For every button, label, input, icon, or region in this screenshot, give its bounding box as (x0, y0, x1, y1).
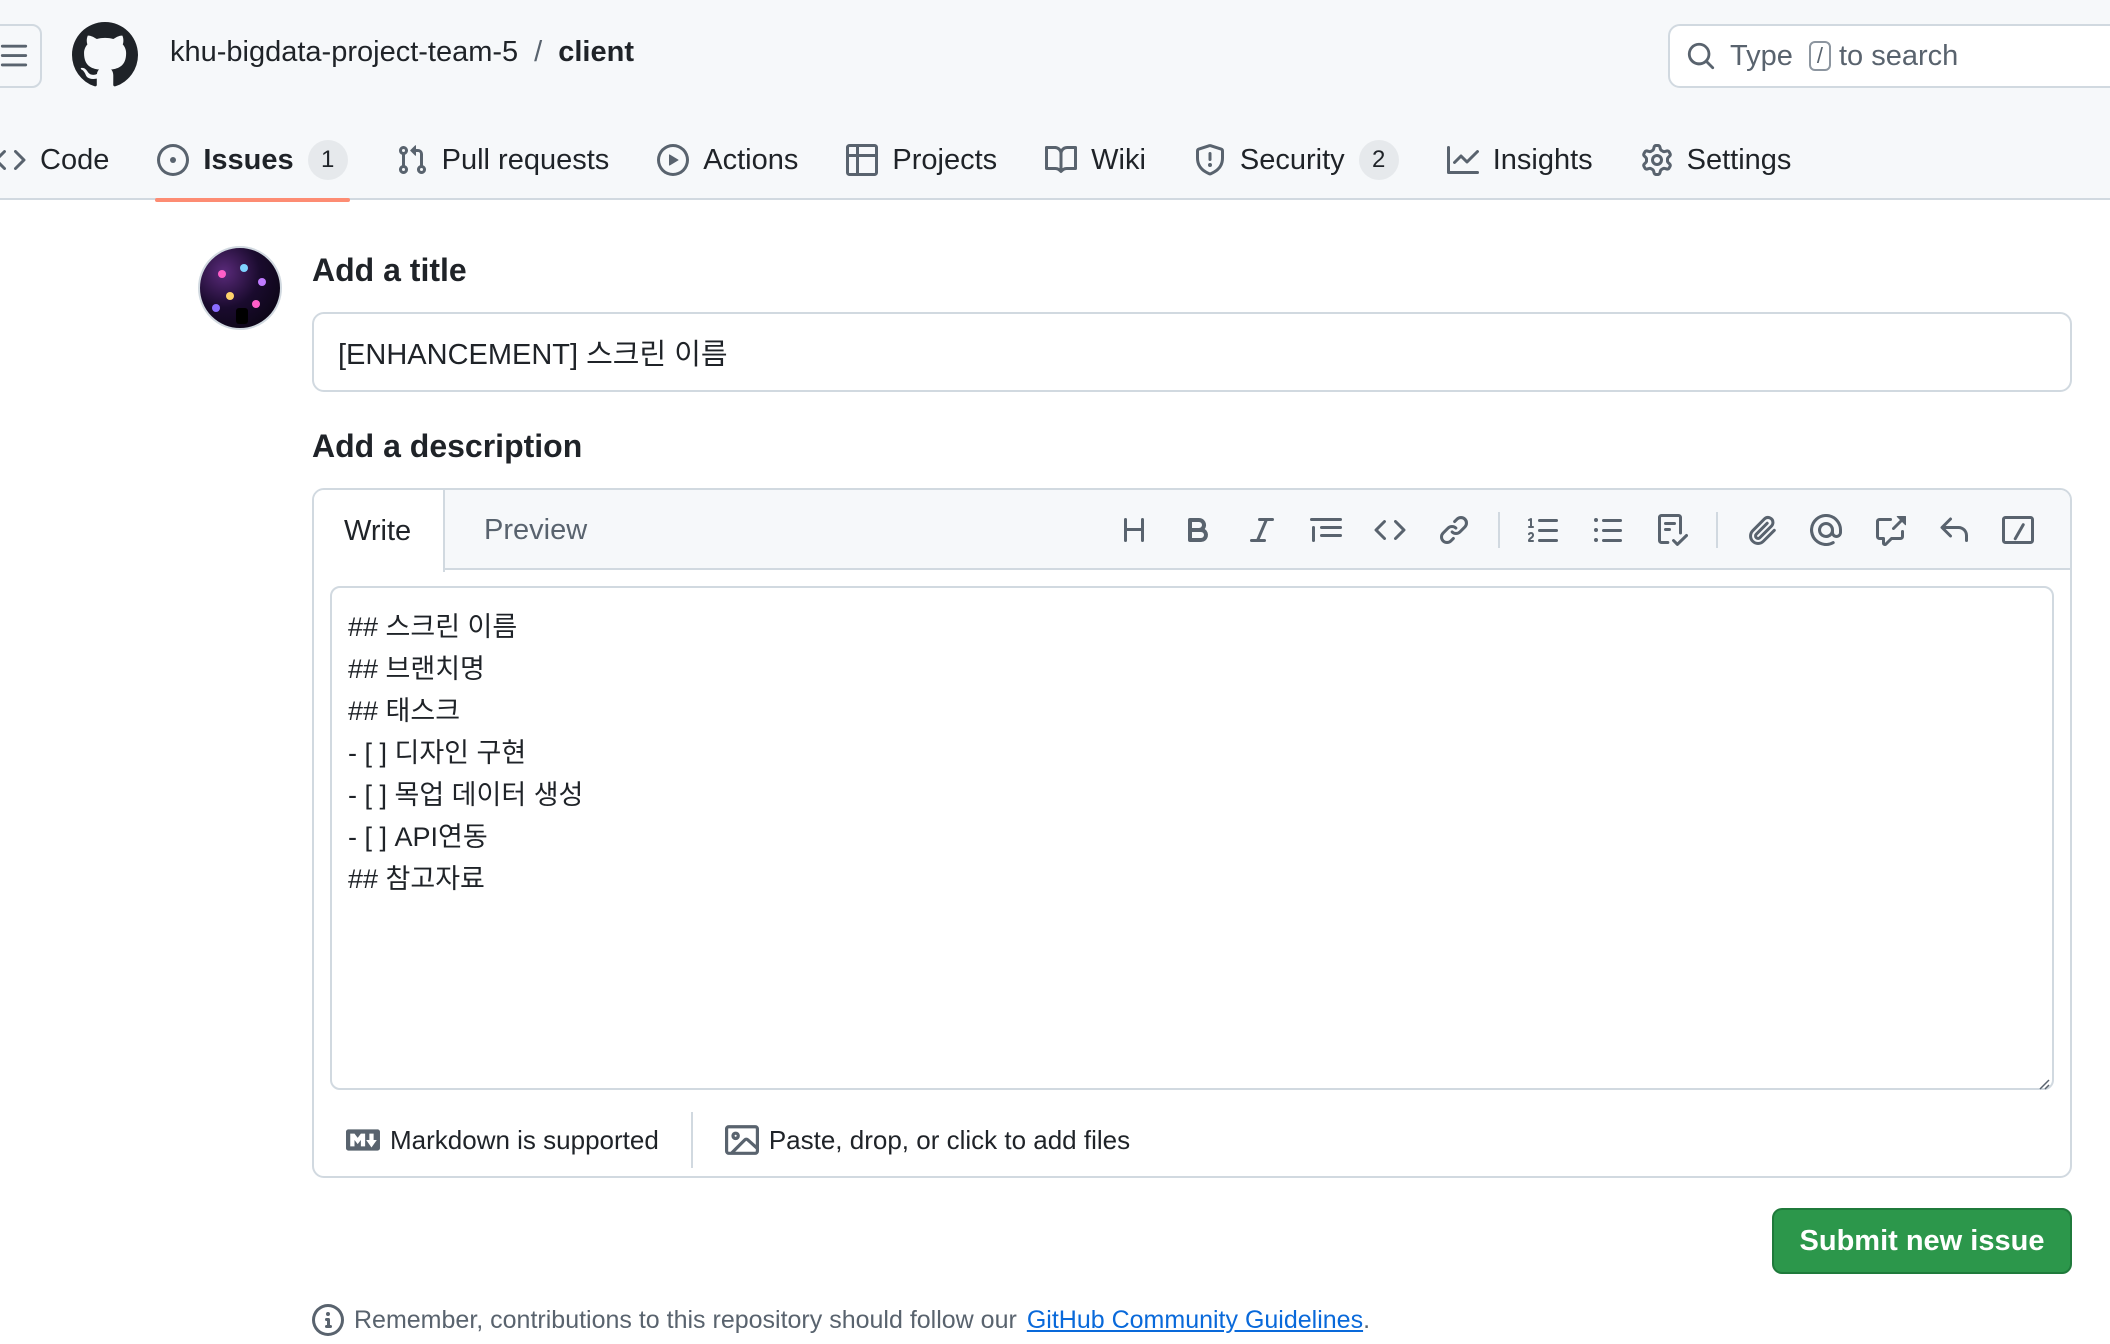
tab-insights[interactable]: Insights (1423, 120, 1617, 200)
slash-square-icon (2002, 516, 2034, 544)
italic-icon (1250, 518, 1274, 542)
tab-pull-requests[interactable]: Pull requests (372, 120, 634, 200)
task-list-button[interactable] (1640, 502, 1704, 558)
code-icon (1374, 519, 1406, 541)
heading-button[interactable] (1102, 502, 1166, 558)
graph-icon (1446, 146, 1479, 174)
github-logo-icon[interactable] (72, 22, 138, 88)
play-icon (657, 144, 690, 176)
remember-period: . (1363, 1305, 1371, 1334)
list-unordered-icon (1594, 518, 1622, 542)
list-ordered-icon (1528, 518, 1558, 542)
paperclip-icon (1749, 516, 1776, 545)
security-count-badge: 2 (1358, 140, 1399, 180)
attach-note: Paste, drop, or click to add files (768, 1124, 1131, 1155)
link-icon (1439, 515, 1469, 545)
search-prefix: Type (1730, 39, 1793, 72)
editor-toolbar-bar: Write Preview (314, 490, 2070, 572)
ordered-list-button[interactable] (1512, 502, 1576, 558)
repo-tabs: Code Issues 1 Pull requests Actions Proj… (0, 120, 1816, 202)
description-textarea[interactable]: ## 스크린 이름 ## 브랜치명 ## 태스크 - [ ] 디자인 구현 - … (330, 586, 2054, 1090)
breadcrumb-separator: / (534, 36, 543, 68)
shield-icon (1195, 144, 1224, 176)
tab-pull-requests-label: Pull requests (441, 143, 610, 176)
breadcrumb: khu-bigdata-project-team-5 / client (170, 36, 634, 69)
cross-reference-button[interactable] (1858, 502, 1922, 558)
toolbar-divider (1716, 512, 1718, 548)
tab-issues[interactable]: Issues 1 (133, 120, 371, 202)
issue-title-input[interactable] (312, 312, 2072, 392)
description-editor: Write Preview ## 스크린 이름 ## 브랜치명 ## 태스크 -… (312, 488, 2072, 1178)
saved-reply-button[interactable] (1922, 502, 1986, 558)
owner-link[interactable]: khu-bigdata-project-team-5 (170, 36, 518, 69)
bold-icon (1188, 518, 1209, 542)
tab-settings[interactable]: Settings (1617, 120, 1816, 200)
tab-security[interactable]: Security 2 (1170, 120, 1423, 200)
repo-link[interactable]: client (558, 36, 634, 69)
three-bars-icon (0, 44, 28, 67)
tab-write[interactable]: Write (314, 490, 446, 572)
tab-projects[interactable]: Projects (822, 120, 1021, 200)
title-heading: Add a title (312, 252, 467, 288)
git-pull-request-icon (398, 145, 426, 175)
tab-actions-label: Actions (703, 143, 799, 176)
community-guidelines-link[interactable]: GitHub Community Guidelines (1027, 1306, 1363, 1335)
search-icon (1687, 42, 1715, 70)
markdown-toolbar (1102, 490, 2050, 570)
tasklist-icon (1658, 514, 1688, 546)
gear-icon (1641, 144, 1672, 176)
code-icon (0, 149, 26, 171)
repo-header: khu-bigdata-project-team-5 / client Type… (0, 0, 2110, 202)
avatar (198, 246, 282, 330)
tab-code[interactable]: Code (0, 120, 133, 200)
markdown-supported-link[interactable]: Markdown is supported (314, 1112, 691, 1168)
tab-settings-label: Settings (1686, 143, 1792, 176)
issues-count-badge: 1 (307, 140, 348, 180)
tab-security-label: Security (1239, 143, 1345, 176)
tab-projects-label: Projects (892, 143, 998, 176)
issue-opened-icon (157, 144, 190, 176)
cross-reference-icon (1876, 516, 1906, 546)
attach-files-area[interactable]: Paste, drop, or click to add files (693, 1112, 1162, 1168)
code-button[interactable] (1358, 502, 1422, 558)
remember-text: Remember, contributions to this reposito… (354, 1305, 1017, 1334)
description-heading: Add a description (312, 428, 583, 464)
contribution-note: Remember, contributions to this reposito… (312, 1304, 1370, 1336)
table-icon (846, 144, 879, 176)
image-icon (724, 1125, 759, 1155)
toolbar-divider (1498, 512, 1500, 548)
book-icon (1045, 145, 1078, 173)
mention-icon (1810, 514, 1842, 546)
tab-actions[interactable]: Actions (633, 120, 822, 200)
unordered-list-button[interactable] (1576, 502, 1640, 558)
tab-wiki-label: Wiki (1091, 143, 1146, 176)
quote-button[interactable] (1294, 502, 1358, 558)
tab-insights-label: Insights (1492, 143, 1593, 176)
menu-button[interactable] (0, 24, 42, 88)
markdown-note: Markdown is supported (390, 1124, 659, 1155)
slash-commands-button[interactable] (1986, 502, 2050, 558)
markdown-icon (346, 1129, 380, 1151)
tab-issues-label: Issues (203, 143, 294, 176)
info-icon (312, 1304, 344, 1336)
tab-wiki[interactable]: Wiki (1021, 120, 1170, 200)
italic-button[interactable] (1230, 502, 1294, 558)
search-input[interactable]: Type / to search (1668, 24, 2110, 88)
attach-button[interactable] (1730, 502, 1794, 558)
resize-handle-icon[interactable] (2036, 1076, 2050, 1090)
heading-icon (1124, 518, 1144, 542)
search-suffix: to search (1839, 39, 1959, 72)
bold-button[interactable] (1166, 502, 1230, 558)
tab-code-label: Code (40, 143, 110, 176)
search-shortcut-key: / (1808, 41, 1831, 71)
editor-footer: Markdown is supported Paste, drop, or cl… (314, 1102, 2070, 1176)
tab-preview[interactable]: Preview (452, 490, 619, 570)
link-button[interactable] (1422, 502, 1486, 558)
reply-icon (1940, 517, 1968, 542)
quote-icon (1310, 518, 1342, 542)
submit-issue-button[interactable]: Submit new issue (1772, 1208, 2072, 1274)
mention-button[interactable] (1794, 502, 1858, 558)
